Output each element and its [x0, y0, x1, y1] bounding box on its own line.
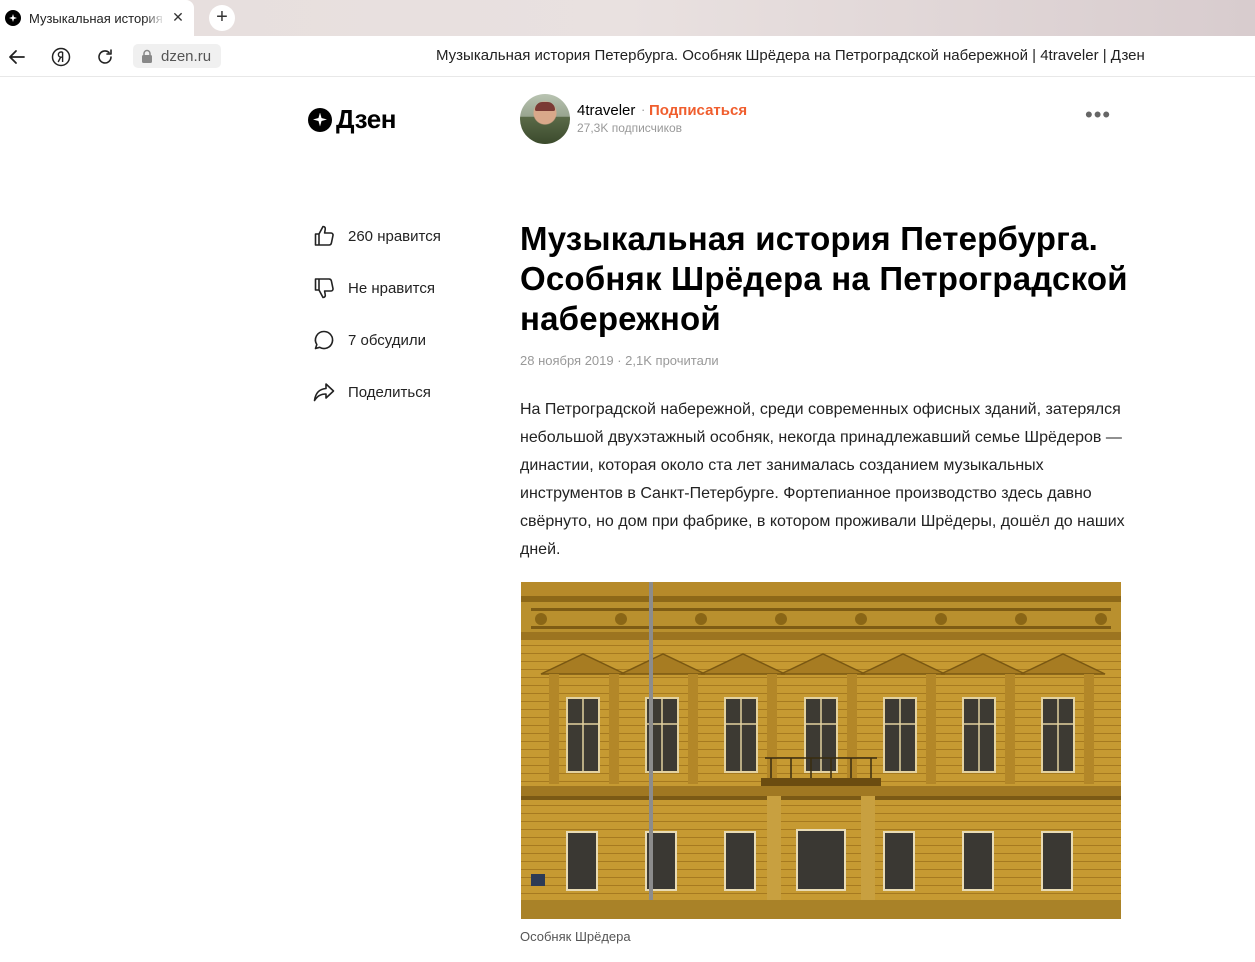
- article-image[interactable]: [521, 582, 1121, 919]
- dzen-logo-icon: [308, 107, 332, 132]
- reload-icon[interactable]: [94, 46, 116, 68]
- article-lead: На Петроградской набережной, среди совре…: [520, 401, 1125, 558]
- url-text: dzen.ru: [161, 47, 212, 65]
- avatar-cap-shape: [535, 102, 555, 111]
- logo-text: Дзен: [336, 104, 396, 134]
- comment-icon: [314, 330, 334, 350]
- comments-button[interactable]: 7 обсудили: [312, 328, 426, 352]
- new-tab-button[interactable]: +: [209, 5, 235, 31]
- channel-name-link[interactable]: 4traveler: [577, 102, 635, 119]
- article-title: Музыкальная история Петербурга. Особняк …: [520, 220, 1128, 337]
- dzen-logo[interactable]: Дзен: [308, 104, 396, 135]
- browser-tab[interactable]: Музыкальная история Петербурга. Особняк …: [0, 0, 194, 36]
- more-options-icon[interactable]: •••: [1085, 104, 1111, 126]
- dislike-label: Не нравится: [348, 279, 435, 297]
- building-facade-illustration: [521, 582, 1121, 919]
- subscribers-count: 27,3K подписчиков: [577, 121, 683, 135]
- back-arrow-icon[interactable]: [6, 46, 28, 68]
- comments-label: 7 обсудили: [348, 331, 427, 349]
- yandex-icon[interactable]: [50, 46, 72, 68]
- thumbs-down-icon: [314, 278, 334, 299]
- thumbs-up-icon: [314, 225, 334, 246]
- channel-avatar[interactable]: [520, 94, 570, 144]
- lock-icon: [142, 49, 152, 63]
- like-label: 260 нравится: [348, 227, 441, 245]
- dzen-favicon-icon: [5, 10, 21, 26]
- like-button[interactable]: 260 нравится: [312, 224, 441, 248]
- tab-bar: Музыкальная история Петербурга. Особняк …: [0, 0, 1255, 36]
- share-icon: [313, 383, 335, 402]
- article-meta: 28 ноября 2019 · 2,1K прочитали: [520, 353, 719, 368]
- image-caption: Особняк Шрёдера: [520, 929, 631, 944]
- subscribe-button[interactable]: Подписаться: [649, 102, 747, 119]
- url-field[interactable]: dzen.ru: [133, 44, 222, 68]
- page-heading: Музыкальная история Петербурга. Особняк …: [436, 47, 1145, 64]
- address-bar: dzen.ru Музыкальная история Петербурга. …: [0, 36, 1255, 77]
- tab-title: Музыкальная история Петербурга. Особняк …: [29, 10, 165, 26]
- dislike-button[interactable]: Не нравится: [312, 276, 435, 300]
- close-tab-icon[interactable]: ✕: [171, 10, 185, 24]
- separator-dot: ·: [641, 102, 646, 117]
- share-label: Поделиться: [348, 383, 431, 401]
- share-button[interactable]: Поделиться: [312, 380, 431, 404]
